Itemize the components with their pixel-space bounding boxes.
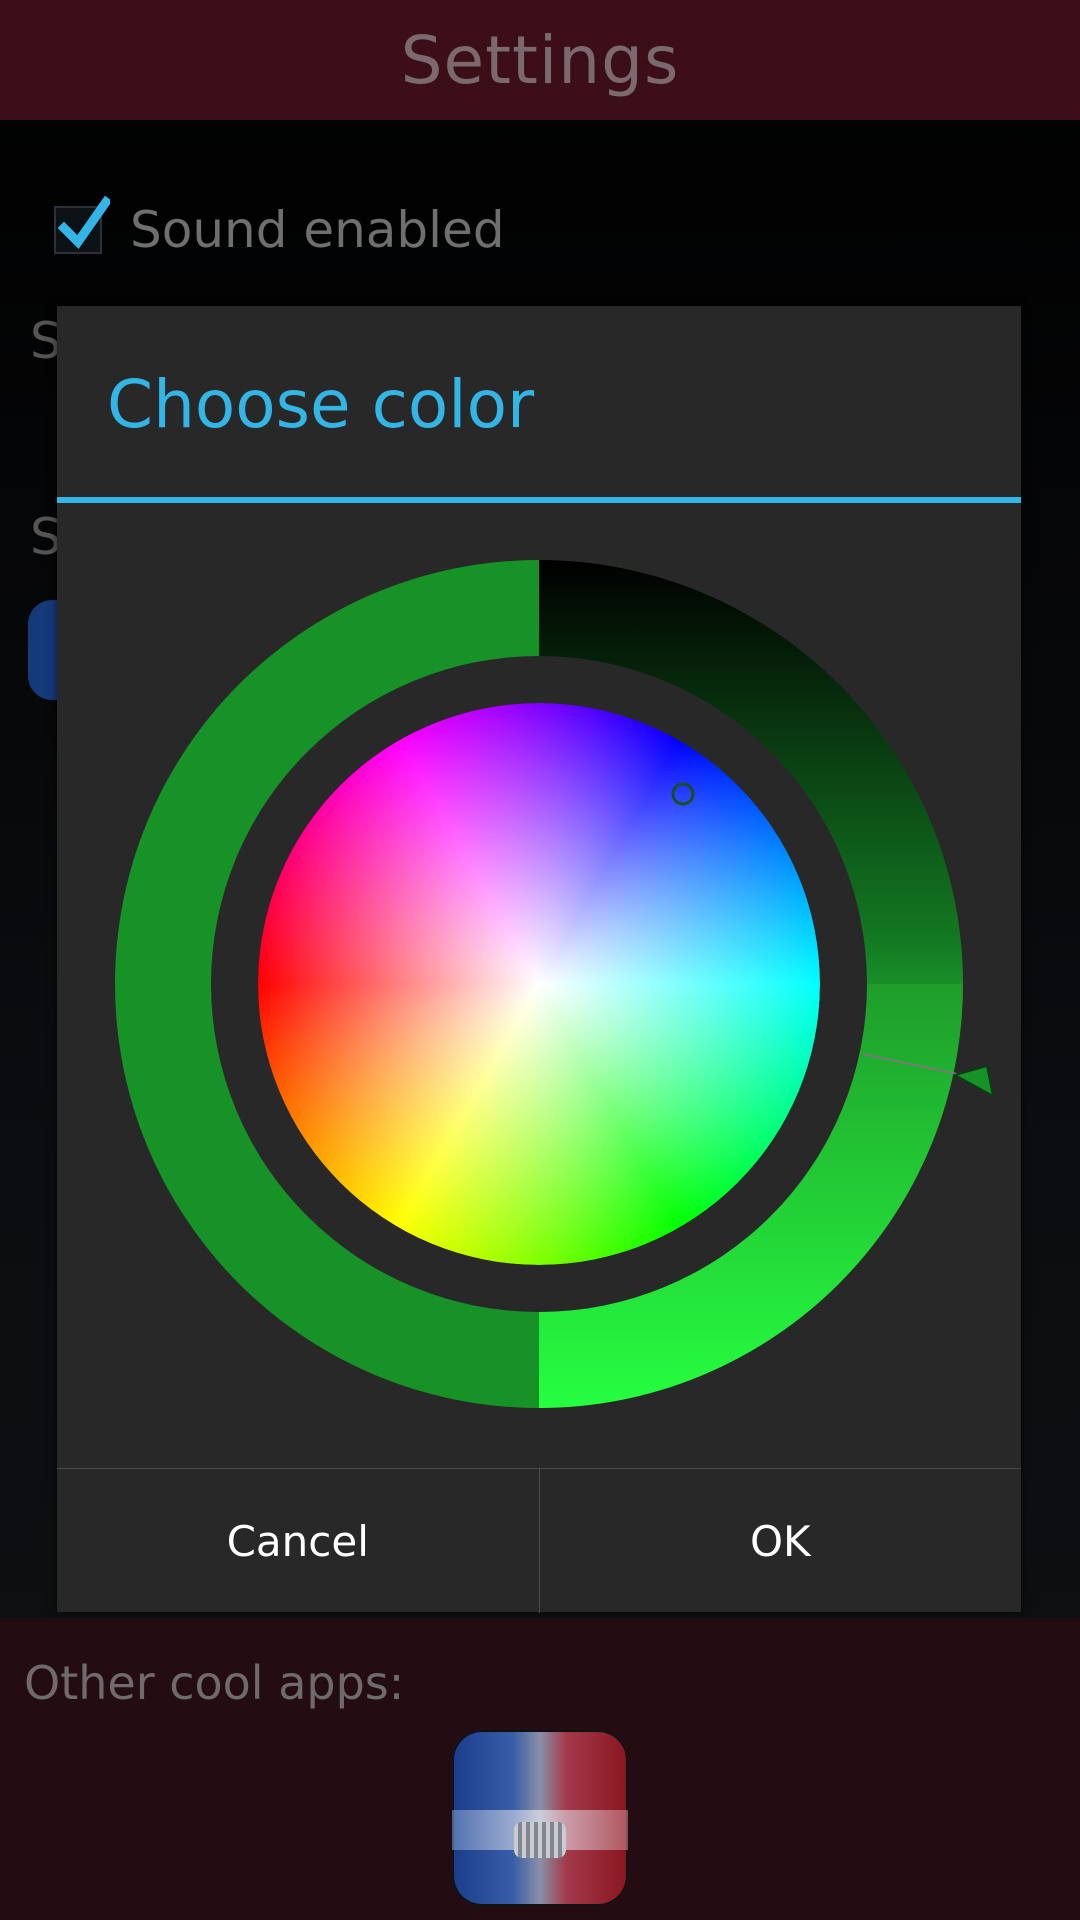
- choose-color-dialog: Choose color Cancel OK: [57, 306, 1021, 1613]
- other-apps-title: Other cool apps:: [24, 1656, 405, 1710]
- settings-screen: Settings Sound enabled S S Other cool ap…: [0, 0, 1080, 1920]
- checkmark-icon: [58, 195, 110, 249]
- dialog-button-bar: Cancel OK: [57, 1468, 1021, 1613]
- sound-enabled-row[interactable]: Sound enabled: [54, 195, 505, 262]
- sound-enabled-label: Sound enabled: [130, 201, 505, 259]
- police-siren-app-icon[interactable]: [452, 1730, 628, 1906]
- hue-wheel[interactable]: [258, 703, 820, 1265]
- cancel-button[interactable]: Cancel: [57, 1469, 540, 1613]
- app-header: Settings: [0, 0, 1080, 120]
- color-picker[interactable]: [57, 306, 1021, 1466]
- ring-pointer-icon[interactable]: [952, 1064, 995, 1098]
- sound-enabled-checkbox[interactable]: [54, 195, 110, 254]
- app-header-title: Settings: [400, 21, 680, 99]
- grille: [514, 1822, 566, 1858]
- ok-button[interactable]: OK: [540, 1469, 1022, 1613]
